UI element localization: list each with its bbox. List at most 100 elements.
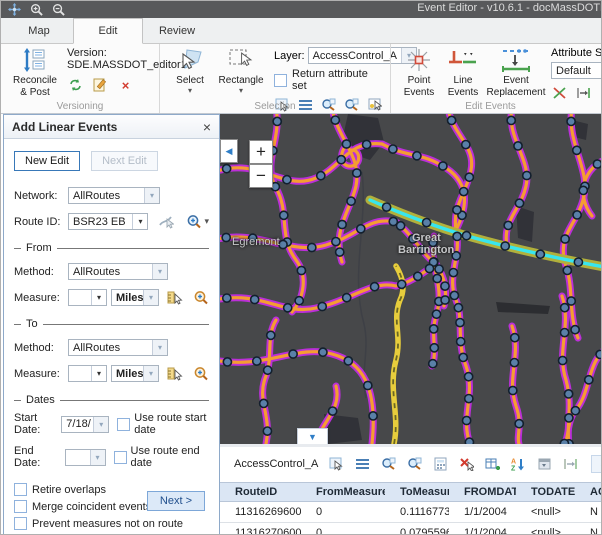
road-network: [220, 114, 602, 444]
group-label-versioning: Versioning: [1, 101, 159, 112]
map-canvas[interactable]: Egremont Great Barrington ◀ + − ▼: [220, 114, 602, 444]
from-units-dropdown[interactable]: Miles ▾: [111, 289, 159, 306]
chevron-down-icon[interactable]: ▾: [143, 290, 158, 305]
end-date-field[interactable]: ▾: [65, 449, 106, 466]
column-header[interactable]: AC: [575, 483, 602, 501]
next-edit-button[interactable]: Next Edit: [91, 151, 158, 171]
select-button[interactable]: Select ▾: [168, 47, 212, 95]
route-picker-icon[interactable]: [158, 214, 174, 230]
split-event-icon[interactable]: [551, 85, 568, 101]
column-header[interactable]: ToMeasure: [385, 483, 449, 501]
select-features-icon[interactable]: [329, 456, 344, 472]
delete-version-icon[interactable]: ×: [117, 77, 134, 93]
route-id-value: BSR23 EB: [69, 216, 132, 228]
pan-to-selection-icon[interactable]: [407, 456, 422, 472]
from-method-label: Method:: [14, 266, 64, 278]
chevron-down-icon[interactable]: ▾: [91, 366, 106, 381]
chevron-down-icon[interactable]: ▾: [152, 340, 167, 355]
to-method-dropdown[interactable]: AllRoutes ▾: [68, 339, 168, 356]
tab-review[interactable]: Review: [143, 18, 211, 43]
refresh-version-icon[interactable]: [67, 77, 84, 93]
table-cell: 11316269600: [220, 502, 301, 522]
next-button[interactable]: Next >: [147, 491, 205, 511]
line-events-button[interactable]: Line Events: [443, 47, 483, 98]
network-dropdown[interactable]: AllRoutes ▾: [68, 187, 160, 204]
route-id-dropdown[interactable]: BSR23 EB ▾: [68, 213, 148, 230]
table-cell: <null>: [516, 523, 575, 535]
chevron-down-icon[interactable]: ▾: [152, 264, 167, 279]
identify-icon[interactable]: [537, 456, 552, 472]
use-route-start-checkbox[interactable]: [117, 418, 130, 431]
new-version-icon[interactable]: [92, 77, 109, 93]
pan-icon[interactable]: [7, 3, 21, 16]
network-value: AllRoutes: [69, 190, 144, 202]
from-method-value: AllRoutes: [69, 266, 152, 278]
map-zoom-out-button[interactable]: −: [249, 164, 273, 188]
merge-coincident-checkbox[interactable]: [14, 500, 27, 513]
prevent-measures-checkbox[interactable]: [14, 517, 27, 530]
column-header[interactable]: FromMeasure: [301, 483, 385, 501]
new-edit-button[interactable]: New Edit: [14, 151, 80, 171]
to-measure-dropdown[interactable]: ▾: [68, 365, 107, 382]
tab-edit[interactable]: Edit: [73, 18, 143, 44]
close-icon[interactable]: ×: [203, 119, 211, 135]
table-row[interactable]: 11316270600 0 0.0795596 1/1/2004 <null> …: [220, 523, 602, 535]
from-measure-dropdown[interactable]: ▾: [68, 289, 107, 306]
attribute-list-icon[interactable]: [355, 456, 370, 472]
group-versioning: Reconcile & Post Version: SDE.MASSDOT_ed…: [1, 44, 159, 113]
to-units-dropdown[interactable]: Miles ▾: [111, 365, 159, 382]
collapse-table-tab[interactable]: ▼: [297, 428, 328, 444]
calculator-icon[interactable]: [433, 456, 448, 472]
tab-map[interactable]: Map: [5, 18, 73, 43]
title-bar: Event Editor - v10.6.1 - docMassDOTN: [1, 1, 602, 18]
event-replacement-label: Event Replacement: [487, 75, 546, 98]
line-events-label: Line Events: [443, 75, 483, 98]
network-label: Network:: [14, 190, 64, 202]
column-header[interactable]: RouteID: [220, 483, 301, 501]
map-zoom-in-button[interactable]: +: [249, 140, 273, 164]
offset-event-icon[interactable]: [563, 456, 578, 472]
river: [359, 172, 366, 398]
sort-icon[interactable]: AZ: [511, 456, 526, 472]
table-row[interactable]: 11316269600 0 0.1116773 1/1/2004 <null> …: [220, 502, 602, 523]
chevron-down-icon[interactable]: ▾: [132, 214, 147, 229]
chevron-down-icon[interactable]: ▾: [90, 450, 105, 465]
rectangle-select-button[interactable]: Rectangle ▾: [216, 47, 266, 95]
return-attribute-set-checkbox[interactable]: [274, 74, 287, 87]
start-date-field[interactable]: 7/18/ ▾: [61, 416, 109, 433]
from-method-dropdown[interactable]: AllRoutes ▾: [68, 263, 168, 280]
chevron-down-icon[interactable]: ▾: [144, 188, 159, 203]
event-replacement-button[interactable]: Event Replacement: [487, 47, 545, 98]
offset-event-icon[interactable]: [575, 85, 592, 101]
dates-section-label: Dates: [26, 394, 55, 406]
reconcile-post-button[interactable]: Reconcile & Post: [9, 47, 61, 98]
zoom-measure-icon[interactable]: [193, 290, 209, 306]
column-header[interactable]: FROMDATE: [449, 483, 516, 501]
zoom-in-icon[interactable]: [29, 3, 43, 16]
zoom-out-icon[interactable]: [51, 3, 65, 16]
zoom-measure-icon[interactable]: [193, 366, 209, 382]
save-button[interactable]: S: [591, 455, 602, 473]
chevron-down-icon[interactable]: ▾: [91, 290, 106, 305]
clear-selection-icon[interactable]: [459, 456, 474, 472]
select-icon: [177, 47, 203, 73]
point-events-button[interactable]: Point Events: [399, 47, 439, 98]
column-header[interactable]: TODATE: [516, 483, 575, 501]
chevron-down-icon: ▾: [188, 87, 192, 95]
chevron-down-icon[interactable]: ▾: [93, 417, 108, 432]
zoom-route-button[interactable]: ▾: [186, 214, 209, 229]
collapse-panel-button[interactable]: ◀: [220, 139, 238, 163]
measure-picker-icon[interactable]: [167, 366, 183, 382]
attribute-set-dropdown[interactable]: Default ▾: [551, 62, 602, 79]
retire-overlaps-checkbox[interactable]: [14, 483, 27, 496]
attribute-set-value: Default: [552, 65, 602, 77]
use-route-end-checkbox[interactable]: [114, 451, 127, 464]
chevron-down-icon: ▾: [239, 87, 243, 95]
zoom-route-icon: [186, 214, 202, 229]
to-measure-label: Measure:: [14, 368, 64, 380]
zoom-to-selection-icon[interactable]: [381, 456, 396, 472]
table-cell: 0.1116773: [385, 502, 449, 522]
chevron-down-icon[interactable]: ▾: [143, 366, 158, 381]
add-record-icon[interactable]: [485, 456, 500, 472]
measure-picker-icon[interactable]: [167, 290, 183, 306]
